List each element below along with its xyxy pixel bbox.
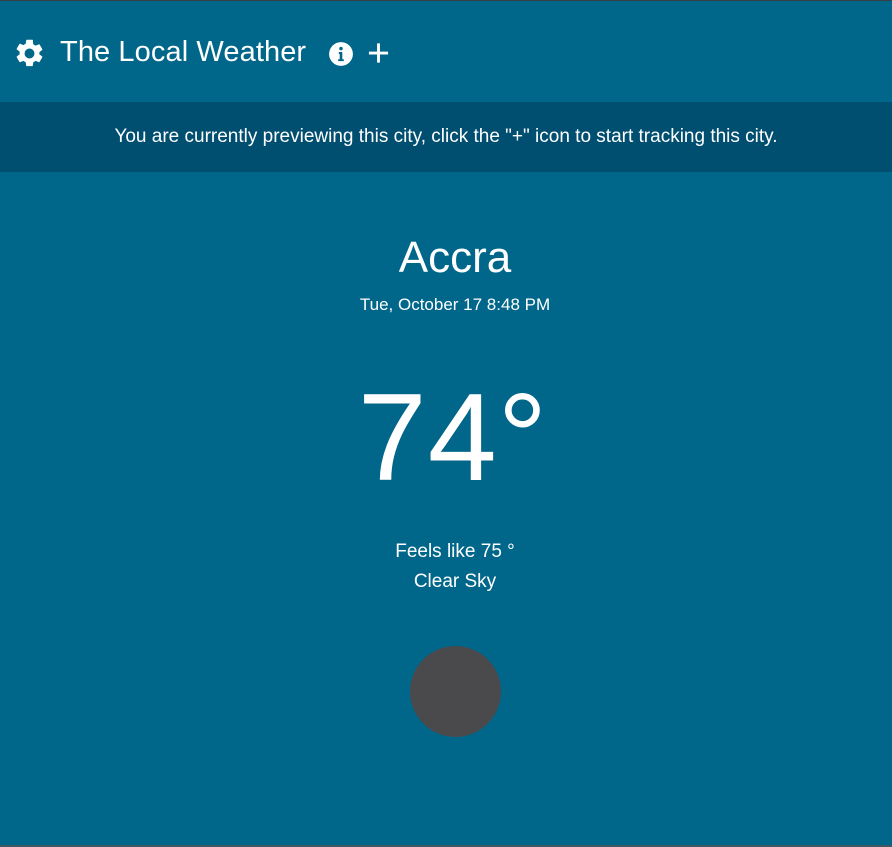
plus-icon[interactable] (367, 41, 390, 65)
weather-summary: Accra Tue, October 17 8:48 PM 74° Feels … (0, 172, 892, 845)
weather-condition: Clear Sky (413, 571, 497, 592)
app-header: The Local Weather (0, 1, 892, 102)
app-title: The Local Weather (60, 36, 307, 68)
current-temperature: 74° (357, 369, 549, 507)
weather-condition-icon (410, 646, 501, 737)
feels-like: Feels like 75 ° (395, 541, 515, 562)
preview-message: You are currently previewing this city, … (114, 126, 778, 147)
preview-banner: You are currently previewing this city, … (0, 102, 892, 172)
weather-app: The Local Weather You are currently prev… (0, 0, 892, 847)
local-datetime: Tue, October 17 8:48 PM (359, 295, 551, 314)
gear-icon[interactable] (13, 37, 46, 70)
info-icon[interactable] (328, 41, 354, 67)
city-name: Accra (398, 233, 512, 282)
